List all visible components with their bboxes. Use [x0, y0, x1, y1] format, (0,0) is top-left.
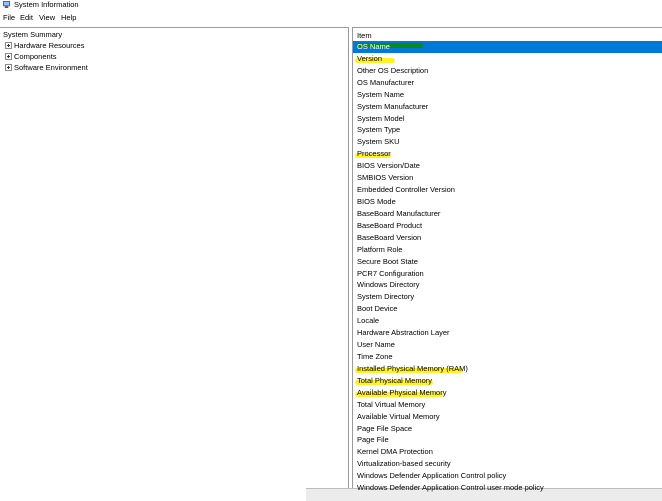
list-item[interactable]: Version — [353, 53, 662, 65]
list-item-label: SMBIOS Version — [357, 173, 414, 183]
list-item[interactable]: BaseBoard Version — [353, 232, 662, 244]
list-item[interactable]: BaseBoard Product — [353, 220, 662, 232]
details-list-pane: Item OS Name Version Other OS Description O… — [352, 27, 662, 501]
list-item[interactable]: Secure Boot State — [353, 256, 662, 268]
list-item-label: BIOS Version/Date — [357, 161, 420, 171]
list-item[interactable]: OS Name — [353, 41, 662, 53]
list-item[interactable]: Total Physical Memory — [353, 375, 662, 387]
list-item-label: Windows Defender Application Control use… — [357, 483, 544, 493]
list-item-label: Hardware Abstraction Layer — [357, 328, 450, 338]
window-title: System Information — [14, 0, 79, 9]
list-item-label: Page File Space — [357, 423, 413, 433]
list-item-label: Available Physical Memory — [357, 387, 447, 397]
list-item[interactable]: Platform Role — [353, 244, 662, 256]
column-header-item[interactable]: Item — [357, 31, 372, 41]
tree-item-label: Software Environment — [14, 63, 88, 72]
list-item[interactable]: OS Manufacturer — [353, 77, 662, 89]
tree-item-label: Hardware Resources — [14, 41, 85, 50]
list-item[interactable]: System Model — [353, 113, 662, 125]
list-item-label: Kernel DMA Protection — [357, 447, 433, 457]
list-item[interactable]: Installed Physical Memory (RAM) — [353, 363, 662, 375]
menu-view[interactable]: View — [39, 12, 55, 24]
list-item[interactable]: Available Virtual Memory — [353, 411, 662, 423]
list-item[interactable]: Processor — [353, 148, 662, 160]
item-list: OS Name Version Other OS Description OS Man… — [353, 41, 662, 494]
menu-file[interactable]: File — [3, 12, 15, 24]
list-item[interactable]: BIOS Version/Date — [353, 160, 662, 172]
list-item-label: Secure Boot State — [357, 256, 418, 266]
list-item-label: System Model — [357, 113, 405, 123]
list-item-label: BaseBoard Version — [357, 232, 422, 242]
expand-icon[interactable] — [5, 41, 12, 49]
list-item-label: Windows Directory — [357, 280, 420, 290]
menu-edit[interactable]: Edit — [20, 12, 33, 24]
list-item[interactable]: Windows Defender Application Control pol… — [353, 470, 662, 482]
list-item[interactable]: BIOS Mode — [353, 196, 662, 208]
list-item-label: Windows Defender Application Control pol… — [357, 471, 507, 481]
list-item-label: Other OS Description — [357, 65, 429, 75]
list-item-label: System Manufacturer — [357, 101, 429, 111]
list-item-label: Processor — [357, 149, 391, 159]
list-item-label: Embedded Controller Version — [357, 185, 455, 195]
list-item[interactable]: SMBIOS Version — [353, 172, 662, 184]
menu-bar: File Edit View Help — [0, 12, 662, 24]
expand-icon[interactable] — [5, 52, 12, 60]
list-item[interactable]: Hardware Abstraction Layer — [353, 327, 662, 339]
list-item[interactable]: PCR7 Configuration — [353, 268, 662, 280]
system-info-icon — [3, 1, 10, 8]
list-item[interactable]: Other OS Description — [353, 65, 662, 77]
list-item[interactable]: System SKU — [353, 136, 662, 148]
list-item-label: User Name — [357, 340, 395, 350]
list-item-label: OS Manufacturer — [357, 77, 415, 87]
list-item-label: Available Virtual Memory — [357, 411, 440, 421]
list-item-label: BIOS Mode — [357, 196, 396, 206]
list-item[interactable]: Kernel DMA Protection — [353, 446, 662, 458]
list-item-label: Locale — [357, 316, 380, 326]
expand-icon[interactable] — [5, 63, 12, 71]
list-item[interactable]: Windows Directory — [353, 279, 662, 291]
tree-item-system-summary[interactable]: System Summary — [3, 30, 62, 40]
list-item-label: Boot Device — [357, 304, 398, 314]
menu-help[interactable]: Help — [61, 12, 76, 24]
list-item[interactable]: System Directory — [353, 291, 662, 303]
list-item-label: Platform Role — [357, 244, 403, 254]
list-item[interactable]: System Type — [353, 124, 662, 136]
list-item[interactable]: Locale — [353, 315, 662, 327]
list-item[interactable]: Boot Device — [353, 303, 662, 315]
list-item-label: PCR7 Configuration — [357, 268, 424, 278]
list-item[interactable]: System Name — [353, 89, 662, 101]
list-item-label: Time Zone — [357, 351, 393, 361]
list-item-label: Installed Physical Memory (RAM) — [357, 363, 468, 373]
list-item[interactable]: Total Virtual Memory — [353, 399, 662, 411]
list-item[interactable]: Virtualization-based security — [353, 458, 662, 470]
list-item[interactable]: User Name — [353, 339, 662, 351]
list-item[interactable]: Embedded Controller Version — [353, 184, 662, 196]
list-item-label: System Name — [357, 89, 405, 99]
list-item[interactable]: Available Physical Memory — [353, 387, 662, 399]
tree-item-label: Components — [14, 52, 57, 61]
list-item-label: BaseBoard Manufacturer — [357, 208, 441, 218]
tree-item-software-environment[interactable]: Software Environment — [5, 63, 88, 73]
list-item-label: OS Name — [357, 42, 390, 51]
list-item-label: Total Virtual Memory — [357, 399, 426, 409]
list-item-label: System Type — [357, 125, 401, 135]
title-bar: System Information — [0, 0, 662, 10]
list-item-label: BaseBoard Product — [357, 220, 423, 230]
tree-item-components[interactable]: Components — [5, 52, 57, 62]
list-item[interactable]: Page File — [353, 434, 662, 446]
list-item-label: System SKU — [357, 137, 400, 147]
list-item-label: Version — [357, 53, 383, 63]
list-item[interactable]: BaseBoard Manufacturer — [353, 208, 662, 220]
list-item-label: Virtualization-based security — [357, 459, 451, 469]
list-item-label: Page File — [357, 435, 389, 445]
list-item[interactable]: System Manufacturer — [353, 101, 662, 113]
list-item-label: Total Physical Memory — [357, 375, 433, 385]
list-item-label: System Directory — [357, 292, 415, 302]
category-tree-pane: System Summary Hardware Resources Compon… — [0, 27, 349, 501]
list-item[interactable]: Time Zone — [353, 351, 662, 363]
list-item[interactable]: Page File Space — [353, 423, 662, 435]
tree-item-hardware-resources[interactable]: Hardware Resources — [5, 41, 84, 51]
